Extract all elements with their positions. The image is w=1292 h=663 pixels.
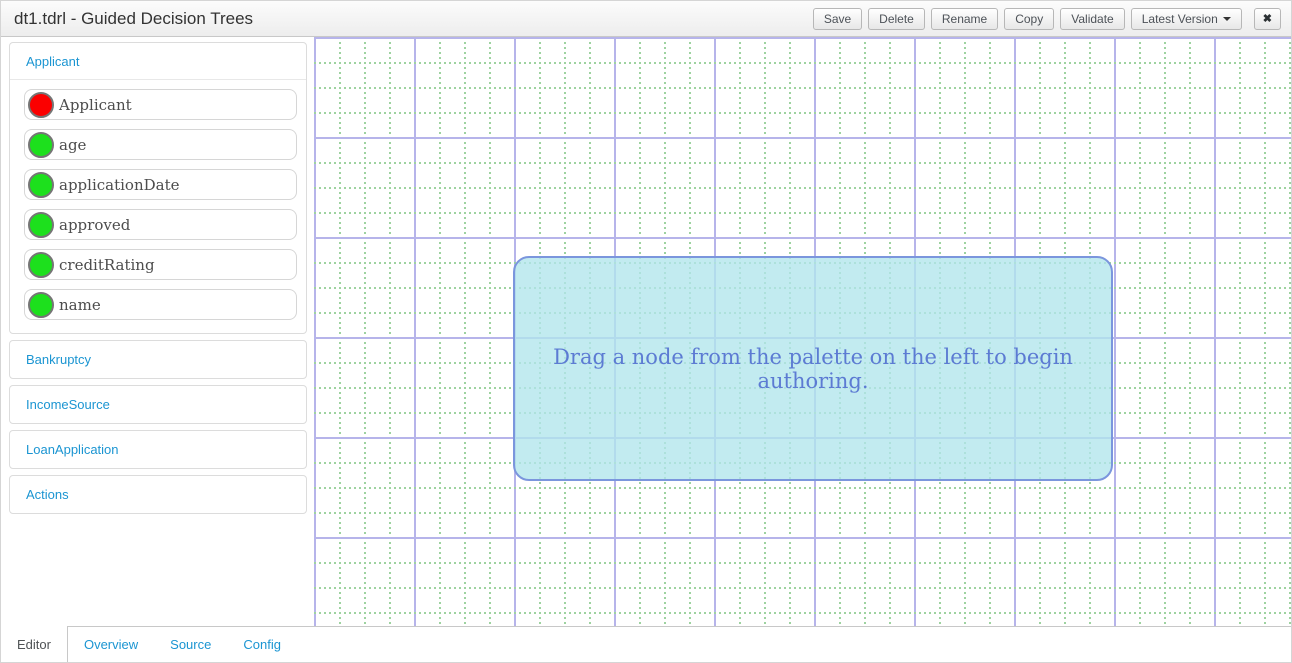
save-button[interactable]: Save	[813, 8, 862, 30]
palette-node-label: creditRating	[59, 256, 155, 274]
canvas[interactable]: Drag a node from the palette on the left…	[314, 37, 1292, 628]
palette-section-label: LoanApplication	[26, 442, 119, 457]
palette-section-bankruptcy: Bankruptcy	[9, 340, 307, 379]
title-bar: dt1.tdrl - Guided Decision Trees Save De…	[1, 1, 1291, 37]
page-title: dt1.tdrl - Guided Decision Trees	[14, 9, 253, 29]
palette-section-applicant: Applicant Applicant age applicationDate	[9, 42, 307, 334]
chevron-down-icon	[1223, 17, 1231, 21]
field-node-icon	[28, 132, 54, 158]
field-node-icon	[28, 212, 54, 238]
tab-source[interactable]: Source	[154, 627, 227, 662]
palette-section-header-bankruptcy[interactable]: Bankruptcy	[10, 341, 306, 378]
palette-node-creditrating[interactable]: creditRating	[24, 249, 297, 280]
palette-node-label: Applicant	[59, 96, 132, 114]
palette-node-label: applicationDate	[59, 176, 179, 194]
palette-section-header-applicant[interactable]: Applicant	[10, 43, 306, 80]
palette-section-body-applicant: Applicant age applicationDate approved c…	[10, 80, 306, 333]
guided-decision-tree-editor-window: dt1.tdrl - Guided Decision Trees Save De…	[0, 0, 1292, 663]
tab-overview[interactable]: Overview	[68, 627, 154, 662]
palette-section-header-actions[interactable]: Actions	[10, 476, 306, 513]
tab-editor[interactable]: Editor	[1, 626, 68, 663]
delete-button[interactable]: Delete	[868, 8, 925, 30]
palette-section-label: Bankruptcy	[26, 352, 91, 367]
palette-node-applicant[interactable]: Applicant	[24, 89, 297, 120]
drag-hint-box: Drag a node from the palette on the left…	[513, 256, 1113, 481]
palette-section-header-incomesource[interactable]: IncomeSource	[10, 386, 306, 423]
field-node-icon	[28, 252, 54, 278]
type-node-icon	[28, 92, 54, 118]
palette-node-applicationdate[interactable]: applicationDate	[24, 169, 297, 200]
tab-config[interactable]: Config	[227, 627, 297, 662]
drag-hint-text: Drag a node from the palette on the left…	[515, 345, 1111, 393]
palette-section-label: Applicant	[26, 54, 79, 69]
palette-section-label: IncomeSource	[26, 397, 110, 412]
palette-node-label: approved	[59, 216, 130, 234]
palette-node-age[interactable]: age	[24, 129, 297, 160]
palette-node-name[interactable]: name	[24, 289, 297, 320]
version-dropdown-button[interactable]: Latest Version	[1131, 8, 1242, 30]
palette-section-actions: Actions	[9, 475, 307, 514]
field-node-icon	[28, 172, 54, 198]
palette-section-incomesource: IncomeSource	[9, 385, 307, 424]
palette-section-label: Actions	[26, 487, 69, 502]
close-button[interactable]: ✖	[1254, 8, 1281, 30]
close-icon: ✖	[1263, 12, 1272, 25]
palette-node-label: name	[59, 296, 101, 314]
palette-node-label: age	[59, 136, 86, 154]
palette-node-approved[interactable]: approved	[24, 209, 297, 240]
node-palette: Applicant Applicant age applicationDate	[9, 42, 307, 520]
version-dropdown-label: Latest Version	[1142, 12, 1218, 26]
validate-button[interactable]: Validate	[1060, 8, 1124, 30]
editor-tab-bar: Editor Overview Source Config	[1, 626, 1291, 662]
palette-section-loanapplication: LoanApplication	[9, 430, 307, 469]
field-node-icon	[28, 292, 54, 318]
copy-button[interactable]: Copy	[1004, 8, 1054, 30]
palette-section-header-loanapplication[interactable]: LoanApplication	[10, 431, 306, 468]
rename-button[interactable]: Rename	[931, 8, 998, 30]
toolbar: Save Delete Rename Copy Validate Latest …	[813, 8, 1281, 30]
